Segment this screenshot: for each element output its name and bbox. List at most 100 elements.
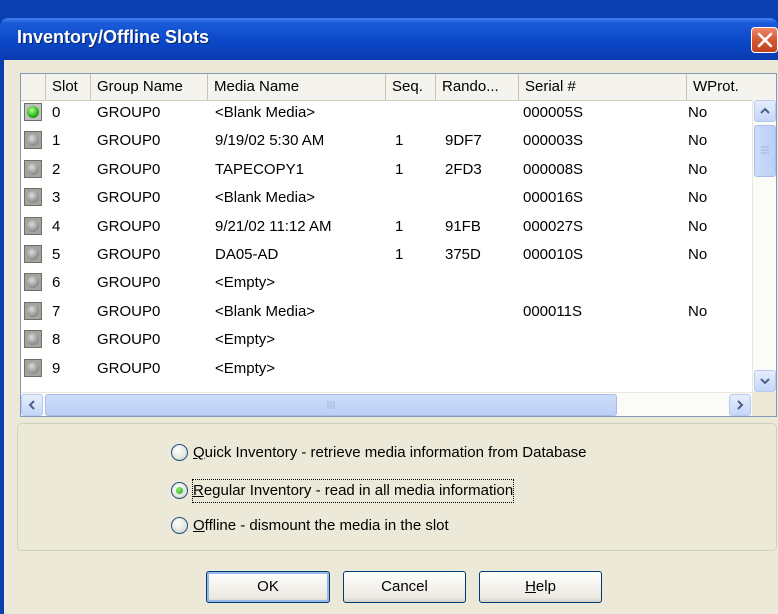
table-row[interactable]: 2 GROUP0 TAPECOPY1 1 2FD3 000008S No (21, 159, 751, 181)
cell-seq: 1 (395, 246, 404, 263)
cell-media-name: <Empty> (215, 274, 276, 292)
cell-group-name: GROUP0 (97, 302, 161, 320)
table-row[interactable]: 5 GROUP0 DA05-AD 1 375D 000010S No (21, 244, 751, 266)
cancel-button[interactable]: Cancel (343, 571, 466, 603)
cell-group-name: GROUP0 (97, 217, 161, 235)
cell-slot: 7 (52, 302, 61, 320)
cell-slot: 1 (52, 132, 61, 150)
cell-wprot: No (688, 189, 708, 207)
table-row[interactable]: 9 GROUP0 <Empty> (21, 358, 751, 380)
cell-slot: 5 (52, 246, 61, 263)
cell-seq: 1 (395, 217, 404, 235)
horizontal-scrollbar[interactable] (21, 392, 752, 416)
table-row[interactable]: 1 GROUP0 9/19/02 5:30 AM 1 9DF7 000003S No (21, 130, 751, 152)
cell-serial: 000003S (523, 132, 584, 150)
cell-random: 2FD3 (445, 160, 482, 178)
scroll-left-button[interactable] (21, 394, 43, 416)
cell-slot: 3 (52, 189, 61, 207)
cell-slot: 9 (52, 359, 61, 377)
arrow-right-icon (737, 400, 744, 410)
cell-media-name: 9/21/02 11:12 AM (215, 217, 332, 235)
close-icon (757, 32, 773, 48)
cell-media-name: 9/19/02 5:30 AM (215, 132, 325, 150)
cell-serial: 000005S (523, 104, 584, 121)
table-row[interactable]: 0 GROUP0 <Blank Media> 000005S No (21, 102, 751, 124)
column-header-wprot[interactable]: WProt. (687, 74, 776, 100)
cell-group-name: GROUP0 (97, 132, 161, 150)
table-row[interactable]: 6 GROUP0 <Empty> (21, 272, 751, 294)
column-header-slot[interactable]: Slot (46, 74, 91, 100)
option-label: Quick Inventory - retrieve media informa… (193, 444, 587, 461)
column-header-status[interactable] (21, 74, 46, 100)
scroll-right-button[interactable] (729, 394, 751, 416)
column-header-random[interactable]: Rando... (436, 74, 519, 100)
cell-slot: 0 (52, 104, 61, 121)
cell-slot: 2 (52, 160, 61, 178)
cell-group-name: GROUP0 (97, 246, 161, 263)
cell-group-name: GROUP0 (97, 104, 161, 121)
cell-media-name: TAPECOPY1 (215, 160, 304, 178)
dialog-body: Slot Group Name Media Name Seq. Rando...… (4, 60, 778, 614)
cell-media-name: <Blank Media> (215, 189, 316, 207)
inventory-options-group: Quick Inventory - retrieve media informa… (17, 423, 777, 551)
table-row[interactable]: 4 GROUP0 9/21/02 11:12 AM 1 91FB 000027S No (21, 216, 751, 238)
cell-seq: 1 (395, 160, 404, 178)
title-bar[interactable]: Inventory/Offline Slots (0, 18, 778, 60)
slot-icon (24, 358, 42, 377)
dialog-title: Inventory/Offline Slots (17, 27, 210, 47)
slot-icon (24, 131, 42, 150)
radio-quick-inventory[interactable] (171, 444, 188, 461)
cell-wprot: No (688, 104, 708, 121)
slot-icon (24, 216, 42, 235)
cell-random: 375D (445, 246, 481, 263)
cell-random: 9DF7 (445, 132, 482, 150)
cell-serial: 000011S (523, 302, 582, 320)
radio-regular-inventory[interactable] (171, 482, 188, 499)
column-header-serial[interactable]: Serial # (519, 74, 687, 100)
cell-group-name: GROUP0 (97, 331, 161, 349)
cell-media-name: <Empty> (215, 331, 276, 349)
cell-wprot: No (688, 246, 708, 263)
horizontal-scroll-thumb[interactable] (45, 394, 617, 416)
vertical-scroll-thumb[interactable] (754, 125, 776, 177)
vertical-scrollbar[interactable] (752, 100, 776, 392)
table-row[interactable]: 3 GROUP0 <Blank Media> 000016S No (21, 187, 751, 209)
option-label: Offline - dismount the media in the slot (193, 517, 449, 534)
cell-media-name: <Blank Media> (215, 104, 316, 121)
slot-icon (24, 273, 42, 292)
table-row[interactable]: 7 GROUP0 <Blank Media> 000011S No (21, 301, 751, 323)
cell-random: 91FB (445, 217, 481, 235)
column-header-media-name[interactable]: Media Name (208, 74, 386, 100)
cell-media-name: DA05-AD (215, 246, 279, 263)
slots-list[interactable]: Slot Group Name Media Name Seq. Rando...… (20, 73, 777, 417)
close-button[interactable] (751, 27, 778, 53)
cell-group-name: GROUP0 (97, 189, 161, 207)
cell-serial: 000010S (523, 246, 584, 263)
cell-group-name: GROUP0 (97, 359, 161, 377)
table-row[interactable]: 8 GROUP0 <Empty> (21, 329, 751, 351)
grip-icon (327, 401, 335, 409)
radio-offline[interactable] (171, 517, 188, 534)
arrow-up-icon (760, 107, 770, 114)
cell-slot: 6 (52, 274, 61, 292)
scroll-down-button[interactable] (754, 370, 776, 392)
slot-active-icon (24, 103, 42, 121)
scroll-up-button[interactable] (754, 100, 776, 122)
column-header-seq[interactable]: Seq. (386, 74, 436, 100)
column-header-group-name[interactable]: Group Name (91, 74, 208, 100)
cell-serial: 000016S (523, 189, 584, 207)
cell-wprot: No (688, 160, 708, 178)
slot-icon (24, 330, 42, 349)
help-button[interactable]: Help (479, 571, 602, 603)
ok-button[interactable]: OK (206, 571, 330, 603)
cell-group-name: GROUP0 (97, 160, 161, 178)
option-label: Regular Inventory - read in all media in… (191, 479, 515, 503)
slot-icon (24, 301, 42, 320)
arrow-left-icon (28, 400, 35, 410)
cell-group-name: GROUP0 (97, 274, 161, 292)
cell-slot: 4 (52, 217, 61, 235)
cell-wprot: No (688, 302, 708, 320)
scrollbar-corner (752, 392, 776, 416)
cell-slot: 8 (52, 331, 61, 349)
cell-serial: 000027S (523, 217, 584, 235)
